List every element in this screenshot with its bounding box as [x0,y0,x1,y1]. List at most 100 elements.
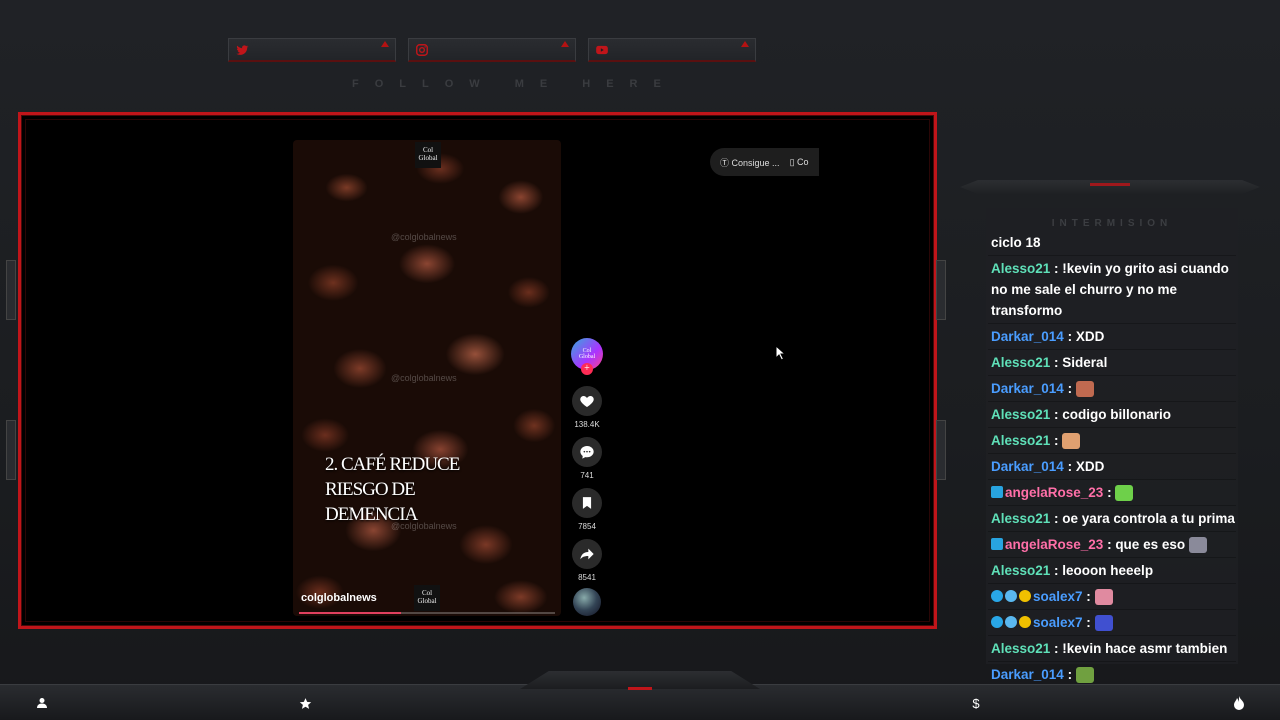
consigue-button[interactable]: Ⓣ Consigue ... [720,156,780,169]
chat-message: Alesso21 : Sideral [988,350,1236,376]
chat-username[interactable]: Alesso21 [991,641,1050,656]
user-icon [34,695,50,711]
chat-separator: : [1063,381,1076,396]
logo-text-1b: Col [421,589,433,597]
chat-username[interactable]: Darkar_014 [991,329,1064,344]
chat-separator: : [1050,641,1063,656]
watermark-1: @colglobalnews [391,232,457,242]
chat-message: Alesso21 : [988,428,1236,454]
emote-icon [1075,667,1094,684]
chat-separator: : [1050,261,1063,276]
tiktok-video[interactable]: Col Global @colglobalnews @colglobalnews… [293,140,561,616]
video-handle[interactable]: colglobalnews [301,592,377,604]
video-logo-top: Col Global [415,142,441,168]
frame-left-notch [6,260,16,320]
emote-icon [1094,589,1113,606]
chat-username[interactable]: Darkar_014 [991,381,1064,396]
chat-separator: : [1063,459,1076,474]
phone-icon: ▯ [789,156,795,167]
chat-username[interactable]: soalex7 [1033,615,1083,630]
emote-icon [1062,433,1081,450]
creator-avatar-button[interactable]: Col Global + [571,338,603,375]
frame-right-notch [936,260,946,320]
caption-line-3: DEMENCIA [325,504,418,525]
chat-first-line: ciclo 18 [988,230,1236,256]
chat-message: angelaRose_23 : que es eso [988,532,1236,558]
video-progress-bar[interactable] [299,612,555,614]
frame-right-notch-lower [936,420,946,480]
chat-separator: : [1050,433,1063,448]
chat-username[interactable]: angelaRose_23 [1005,537,1103,552]
chat-username[interactable]: angelaRose_23 [1005,485,1103,500]
chat-username[interactable]: Alesso21 [991,511,1050,526]
mouse-cursor-icon [775,345,787,361]
chat-separator: : [1050,563,1063,578]
chat-header: INTERMISION [1051,218,1173,229]
avatar: Col Global + [571,338,603,375]
video-logo-bottom: Col Global [414,585,440,611]
chat-username[interactable]: Alesso21 [991,261,1050,276]
chat-username[interactable]: Alesso21 [991,355,1050,370]
music-disc-icon [573,588,601,616]
frame-left-notch-lower [6,420,16,480]
twitter-icon [236,44,249,55]
like-action[interactable]: 138.4K [571,386,603,429]
chat-username[interactable]: Alesso21 [991,563,1050,578]
emote-icon [1189,537,1208,554]
chat-message: Alesso21 : oe yara controla a tu prima [988,506,1236,532]
emote-icon [1115,485,1134,502]
device-label: Co [797,156,809,167]
emote-icon [1075,381,1094,398]
chat-username[interactable]: Darkar_014 [991,459,1064,474]
save-count: 7854 [578,522,596,531]
caption-line-1: 2. CAFÉ REDUCE [325,454,460,475]
device-button[interactable]: ▯ Co [790,157,809,168]
comment-icon [572,437,602,467]
avatar-text-2: Global [578,354,596,360]
youtube-link[interactable] [588,38,756,62]
chat-message: Alesso21 : codigo billonario [988,402,1236,428]
instagram-icon [416,43,428,56]
chat-text: codigo billonario [1062,407,1172,422]
badge-icon [991,538,1003,550]
save-action[interactable]: 7854 [571,488,603,531]
heart-icon [572,386,602,416]
chat-separator: : [1063,667,1076,682]
chat-separator: : [1063,329,1076,344]
share-icon [572,539,602,569]
badge-icon [1019,590,1031,602]
chat-username[interactable]: Alesso21 [991,407,1050,422]
badge-icon [991,616,1003,628]
watermark-2: @colglobalnews [391,373,457,383]
chat-message: Darkar_014 : [988,376,1236,402]
consigue-label: Consigue ... [731,157,780,168]
badge-icon [991,590,1003,602]
twitter-link[interactable] [228,38,396,62]
like-count: 138.4K [574,420,600,429]
social-bar [228,38,756,62]
chat-username[interactable]: soalex7 [1033,589,1083,604]
instagram-link[interactable] [408,38,576,62]
chat-username[interactable]: Alesso21 [991,433,1050,448]
top-action-pill[interactable]: Ⓣ Consigue ... ▯ Co [710,148,819,176]
emote-icon [1094,615,1113,632]
chat-separator: : [1050,355,1063,370]
chat-username[interactable]: Darkar_014 [991,667,1064,682]
chat-text: oe yara controla a tu prima [1062,511,1235,526]
chat-message: soalex7 : [988,584,1236,610]
coin-icon: Ⓣ [720,157,730,168]
video-caption: 2. CAFÉ REDUCE RIESGO DE DEMENCIA [325,452,475,527]
comment-action[interactable]: 741 [571,437,603,480]
chat-separator: : [1103,485,1116,500]
star-icon [297,695,313,711]
logo-text-2b: Global [417,597,437,605]
chat-messages: ciclo 18 Alesso21 : !kevin yo grito asi … [986,230,1238,688]
chat-top-cap [960,180,1260,194]
music-disc[interactable] [571,588,603,616]
chat-message: Alesso21 : leooon heeelp [988,558,1236,584]
chat-top-accent [1090,183,1130,186]
share-action[interactable]: 8541 [571,539,603,582]
chat-panel: INTERMISION ciclo 18 Alesso21 : !kevin y… [986,208,1238,688]
follow-plus-icon[interactable]: + [581,363,593,375]
chat-text: leooon heeelp [1062,563,1154,578]
